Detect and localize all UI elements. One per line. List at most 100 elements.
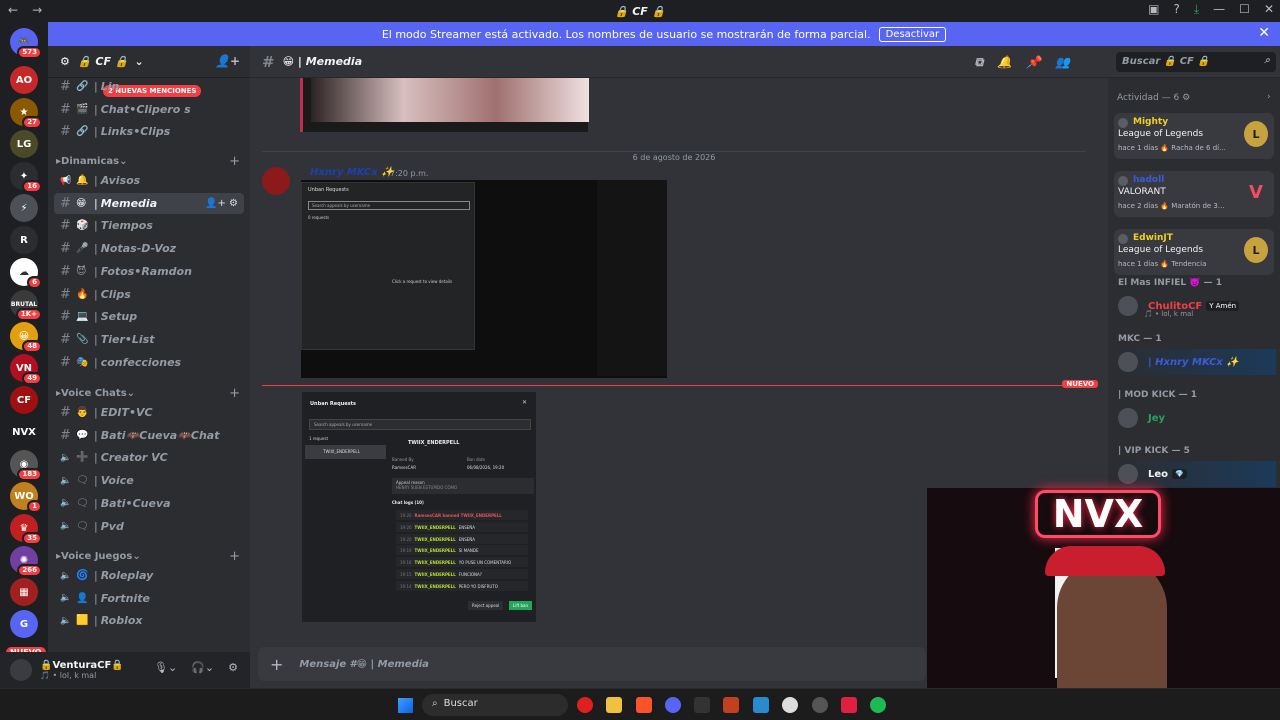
disable-streamer-button[interactable]: Desactivar <box>878 26 947 42</box>
activity-card[interactable]: hadoll VALORANT hace 2 días 🔥 Maratón de 3… <box>1114 171 1274 217</box>
server-icon[interactable]: VN 49 <box>10 354 42 385</box>
channel-item[interactable]: # 💬 | Bati🦇Cueva🦇Chat <box>54 425 244 446</box>
channel-item[interactable]: # 📎 | Tier•List <box>54 329 244 350</box>
channel-item[interactable]: # 💻 | Setup <box>54 306 244 327</box>
log-message: PERO YO DISFRUTO <box>458 583 498 589</box>
channel-item[interactable]: # 🎬 | Chat•Clipero s <box>54 99 244 120</box>
discord-icon[interactable] <box>665 697 681 713</box>
channel-item[interactable]: # 😈 | Fotos•Ramdon <box>54 261 244 282</box>
channel-item[interactable]: # 🎤 | Notas-D-Voz <box>54 238 244 259</box>
server-icon[interactable]: CF <box>10 386 38 414</box>
avatar[interactable] <box>10 659 32 681</box>
threads-icon[interactable]: ⧉ <box>975 55 984 70</box>
member-item[interactable]: Leo 💎 <box>1114 461 1276 487</box>
screenshot-attachment-1[interactable]: Unban Requests Search appeals by usernam… <box>301 180 667 378</box>
message-author[interactable]: Hxnry MKCx ✨ <box>310 167 394 178</box>
channel-item[interactable]: # 👨 | EDIT•VC <box>54 402 244 423</box>
search-input[interactable]: Buscar 🔒 𝘾𝙁 🔒 ⌕ <box>1116 52 1276 72</box>
server-icon[interactable]: AO <box>10 66 38 94</box>
microphone-icon[interactable]: 🎙⌄ <box>154 661 177 674</box>
chrome-icon[interactable] <box>812 697 828 713</box>
brave-browser-icon[interactable] <box>636 697 652 713</box>
channel-item[interactable]: 🔈 ➕ | Creator VC <box>54 447 244 468</box>
channel-item[interactable]: # 🔥 | Clips <box>54 284 244 305</box>
channel-name: Roblox <box>100 614 143 628</box>
attachment-image[interactable] <box>300 78 589 132</box>
channel-item[interactable]: 🔈 🗨 | Bati•Cueva <box>54 493 244 514</box>
channel-item[interactable]: # 😁 | Memedia 👤+ ⚙ <box>54 192 244 214</box>
category-header[interactable]: ▸ Voice Juegos ⌄ + <box>56 549 246 564</box>
taskbar-search[interactable]: ⌕ Buscar <box>422 694 568 716</box>
server-icon[interactable]: BRUTAL 1K+ <box>10 290 42 321</box>
channel-item[interactable]: # 🎭 | confecciones <box>54 352 244 373</box>
channel-name: Memedia <box>100 196 158 210</box>
gear-icon[interactable]: ⚙ <box>1182 93 1190 103</box>
server-icon[interactable]: ✺ 266 <box>10 546 42 577</box>
category-header[interactable]: ▸ Voice Chats ⌄ + <box>56 386 246 401</box>
channel-item[interactable]: 🔈 🗨 | Voice <box>54 470 244 491</box>
channel-item[interactable]: # 🔗 | Links•Clips <box>54 121 244 142</box>
server-icon[interactable]: R <box>10 226 38 254</box>
member-item[interactable]: ChulitoCF Y Amén 🎵 • lol, k mal <box>1114 293 1276 319</box>
server-icon[interactable]: NVX <box>10 418 38 446</box>
channel-item[interactable]: # 🔗 | Lin <box>54 76 244 97</box>
home-button[interactable]: 🎮 573 <box>10 28 42 59</box>
avatar[interactable] <box>262 167 290 195</box>
obs-icon[interactable] <box>782 697 798 713</box>
pin-icon[interactable]: 📌 <box>1026 55 1041 70</box>
server-settings-icon[interactable]: ⚙ <box>60 55 70 68</box>
server-icon[interactable]: 😀 48 <box>10 322 42 353</box>
add-channel-icon[interactable]: + <box>229 154 240 169</box>
channel-item[interactable]: 🔈 🟨 | Roblox <box>54 610 244 631</box>
add-channel-icon[interactable]: + <box>229 386 240 401</box>
invite-people-icon[interactable]: 👤+ <box>215 54 240 68</box>
channel-item[interactable]: 📢 🔔 | Avisos <box>54 170 244 191</box>
app-icon[interactable] <box>694 697 710 713</box>
spotify-icon[interactable] <box>870 697 886 713</box>
youtube-icon[interactable] <box>577 697 593 713</box>
maximize-button[interactable]: ☐ <box>1239 2 1250 17</box>
server-icon[interactable]: WO 1 <box>10 482 42 513</box>
download-icon[interactable]: ⤓ <box>1194 2 1199 17</box>
game-icon[interactable] <box>723 697 739 713</box>
member-item[interactable]: | Hxnry MKCx ✨ <box>1114 349 1276 375</box>
add-channel-icon[interactable]: + <box>229 549 240 564</box>
chevron-right-icon[interactable]: › <box>1267 92 1271 102</box>
server-icon[interactable]: ★ 27 <box>10 98 42 129</box>
bell-icon[interactable]: 🔔 <box>997 55 1012 70</box>
screenshot-attachment-2[interactable]: Unban Requests ✕ Search appeals by usern… <box>301 391 537 623</box>
close-window-button[interactable]: ✕ <box>1264 2 1274 17</box>
inbox-icon[interactable]: ▣ <box>1148 2 1159 17</box>
members-list-icon[interactable]: 👥 <box>1055 55 1070 70</box>
red-app-icon[interactable] <box>841 697 857 713</box>
server-icon[interactable]: ⚡ <box>10 194 38 222</box>
server-icon[interactable]: ▦ <box>10 578 38 606</box>
activity-card[interactable]: EdwinJT League of Legends hace 1 días 🔥 Te… <box>1114 229 1274 275</box>
channel-settings-icon[interactable]: 👤+ ⚙ <box>205 198 238 209</box>
minimize-button[interactable]: — <box>1213 2 1225 17</box>
add-attachment-icon[interactable]: + <box>270 655 283 674</box>
settings-gear-icon[interactable]: ⚙ <box>228 661 238 674</box>
username[interactable]: 🔒VenturaCF🔒 <box>40 660 124 671</box>
close-banner-icon[interactable]: ✕ <box>1258 25 1270 41</box>
server-header[interactable]: ⚙ 🔒 𝘾𝙁 🔒 ⌄ 👤+ <box>48 46 250 78</box>
channel-item[interactable]: 🔈 🗨 | Pvd <box>54 516 244 537</box>
channel-item[interactable]: # 🎲 | Tiempos <box>54 215 244 236</box>
server-icon[interactable]: ☁ 6 <box>10 258 42 289</box>
server-icon[interactable]: G <box>10 610 38 638</box>
activity-card[interactable]: Mighty League of Legends hace 1 días 🔥 Rac… <box>1114 113 1274 159</box>
photos-icon[interactable] <box>753 697 769 713</box>
channel-item[interactable]: 🔈 🌀 | Roleplay <box>54 565 244 586</box>
message-composer[interactable]: + Mensaje #😁 | Memedia <box>258 647 926 681</box>
headphones-icon[interactable]: 🎧⌄ <box>191 661 214 674</box>
channel-item[interactable]: 🔈 👤 | Fortnite <box>54 588 244 609</box>
category-header[interactable]: ▸ Dinamicas ⌄ + <box>56 154 246 169</box>
server-icon[interactable]: ✦ 16 <box>10 162 42 193</box>
member-item[interactable]: Jey <box>1114 405 1276 431</box>
server-icon[interactable]: ◉ 183 <box>10 450 42 481</box>
folder-icon[interactable] <box>606 697 622 713</box>
server-icon[interactable]: LG <box>10 130 38 158</box>
server-icon[interactable]: ♛ 35 <box>10 514 42 545</box>
help-icon[interactable]: ? <box>1173 2 1179 17</box>
windows-start-icon[interactable] <box>398 698 413 713</box>
